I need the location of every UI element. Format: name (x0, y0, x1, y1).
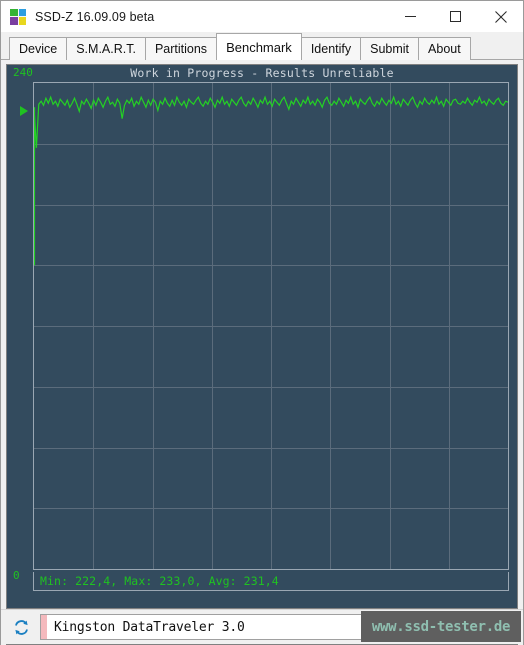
titlebar: SSD-Z 16.09.09 beta (1, 1, 523, 32)
selected-drive-field[interactable]: Kingston DataTraveler 3.0 (40, 614, 412, 640)
tab-submit[interactable]: Submit (360, 37, 420, 60)
tab-benchmark[interactable]: Benchmark (216, 33, 302, 60)
tab-bar: Device S.M.A.R.T. Partitions Benchmark I… (1, 32, 523, 60)
chart-warning-title: Work in Progress - Results Unreliable (130, 66, 394, 80)
status-bar: Kingston DataTraveler 3.0 ? Quit (1, 609, 523, 644)
benchmark-stats: Min: 222,4, Max: 233,0, Avg: 231,4 (33, 572, 509, 591)
y-axis-min-label: 0 (13, 569, 20, 582)
maximize-icon[interactable] (433, 1, 478, 32)
transfer-rate-trace (34, 83, 508, 569)
tab-device[interactable]: Device (9, 37, 68, 60)
benchmark-panel: Work in Progress - Results Unreliable 24… (1, 60, 523, 645)
quit-button[interactable]: Quit (458, 614, 516, 640)
minimize-icon[interactable] (388, 1, 433, 32)
benchmark-chart: Work in Progress - Results Unreliable 24… (6, 64, 518, 609)
tab-partitions[interactable]: Partitions (144, 37, 218, 60)
drive-name-label: Kingston DataTraveler 3.0 (54, 619, 245, 635)
ssdz-window: SSD-Z 16.09.09 beta Device S.M.A.R.T. Pa… (0, 0, 524, 645)
y-axis-max-label: 240 (13, 66, 33, 79)
close-icon[interactable] (478, 1, 523, 32)
refresh-icon[interactable] (8, 614, 34, 640)
chart-plot-area (33, 82, 509, 570)
window-controls (388, 1, 523, 32)
drive-status-indicator (41, 615, 47, 639)
tab-about[interactable]: About (418, 37, 471, 60)
tab-smart[interactable]: S.M.A.R.T. (66, 37, 146, 60)
chart-position-marker (20, 106, 28, 116)
tab-identify[interactable]: Identify (300, 37, 362, 60)
window-title: SSD-Z 16.09.09 beta (35, 9, 155, 24)
app-grid-icon (10, 8, 26, 25)
help-button[interactable]: ? (418, 614, 452, 640)
